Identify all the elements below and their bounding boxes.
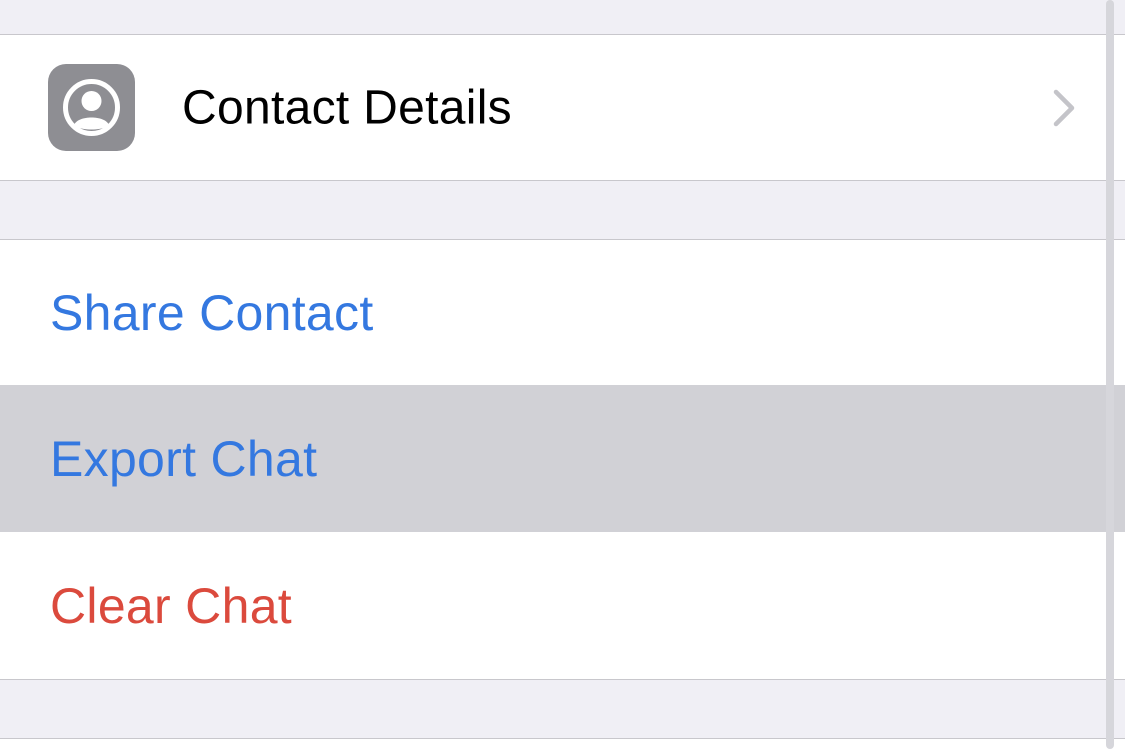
export-chat-row[interactable]: Export Chat	[0, 385, 1125, 532]
next-section-row	[0, 739, 1125, 749]
scroll-indicator[interactable]	[1106, 0, 1114, 749]
share-contact-button[interactable]: Share Contact	[50, 284, 374, 342]
top-section-gap	[0, 0, 1125, 34]
clear-chat-button[interactable]: Clear Chat	[50, 577, 292, 635]
contact-details-row[interactable]: Contact Details	[0, 35, 1125, 180]
person-circle-glyph	[63, 79, 120, 136]
person-circle-icon	[48, 64, 135, 151]
export-chat-button[interactable]: Export Chat	[50, 430, 317, 488]
share-contact-row[interactable]: Share Contact	[0, 240, 1125, 385]
clear-chat-row[interactable]: Clear Chat	[0, 532, 1125, 679]
middle-section-gap	[0, 181, 1125, 239]
chevron-right-icon	[1053, 89, 1075, 126]
bottom-section-gap	[0, 680, 1125, 738]
contact-details-label: Contact Details	[182, 81, 512, 134]
